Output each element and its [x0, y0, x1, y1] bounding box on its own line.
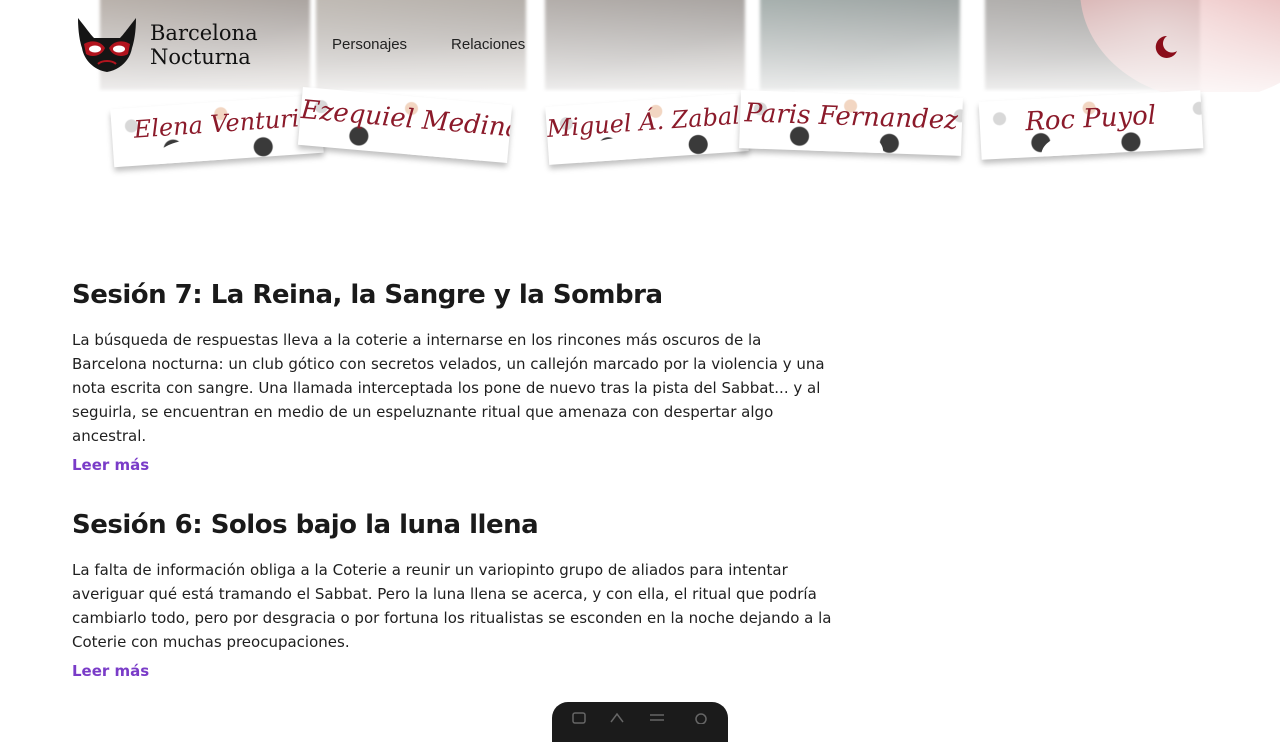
- article-summary: La búsqueda de respuestas lleva a la cot…: [72, 331, 825, 445]
- toolbar-menu-icon[interactable]: [648, 710, 666, 724]
- article-title: Sesión 7: La Reina, la Sangre y la Sombr…: [72, 280, 663, 310]
- main-nav: Personajes Relaciones: [332, 36, 525, 53]
- character-card[interactable]: Roc Puyol: [978, 90, 1204, 160]
- brand-home-link[interactable]: Barcelona Nocturna: [72, 14, 258, 76]
- nav-relaciones[interactable]: Relaciones: [451, 36, 525, 53]
- character-name: Roc Puyol: [1024, 100, 1157, 138]
- character-card[interactable]: Ezequiel Medina: [297, 86, 513, 164]
- site-header: Barcelona Nocturna Personajes Relaciones: [0, 0, 1280, 92]
- mask-logo-icon: [78, 18, 136, 72]
- bottom-toolbar: [552, 702, 728, 742]
- character-cards: Elena Venturi Ezequiel Medina Miguel Á. …: [0, 86, 1280, 182]
- moon-icon[interactable]: [1152, 34, 1178, 60]
- session-article: Sesión 7: La Reina, la Sangre y la Sombr…: [72, 280, 832, 474]
- character-name: Paris Fernandez: [744, 98, 959, 136]
- brand-name-line2: Nocturna: [150, 45, 251, 69]
- toolbar-tool-icon[interactable]: [608, 710, 626, 724]
- nav-personajes[interactable]: Personajes: [332, 36, 407, 53]
- toolbar-tool-icon[interactable]: [570, 710, 588, 724]
- session-article: Sesión 6: Solos bajo la luna llena La fa…: [72, 510, 832, 680]
- character-name: Miguel Á. Zabaleta: [545, 98, 749, 143]
- character-name: Elena Venturi: [132, 104, 301, 144]
- character-name: Ezequiel Medina: [299, 94, 513, 145]
- brand-name-line1: Barcelona: [150, 21, 258, 45]
- character-card[interactable]: Paris Fernandez: [739, 90, 963, 156]
- card-decoration: [577, 135, 655, 165]
- read-more-link[interactable]: Leer más: [72, 456, 149, 474]
- toolbar-settings-icon[interactable]: [692, 710, 710, 724]
- card-decoration: [152, 137, 230, 168]
- read-more-link[interactable]: Leer más: [72, 662, 149, 680]
- character-card[interactable]: Miguel Á. Zabaleta: [545, 93, 749, 165]
- article-title: Sesión 6: Solos bajo la luna llena: [72, 510, 539, 540]
- character-card[interactable]: Elena Venturi: [110, 94, 324, 168]
- article-summary: La falta de información obliga a la Cote…: [72, 561, 832, 651]
